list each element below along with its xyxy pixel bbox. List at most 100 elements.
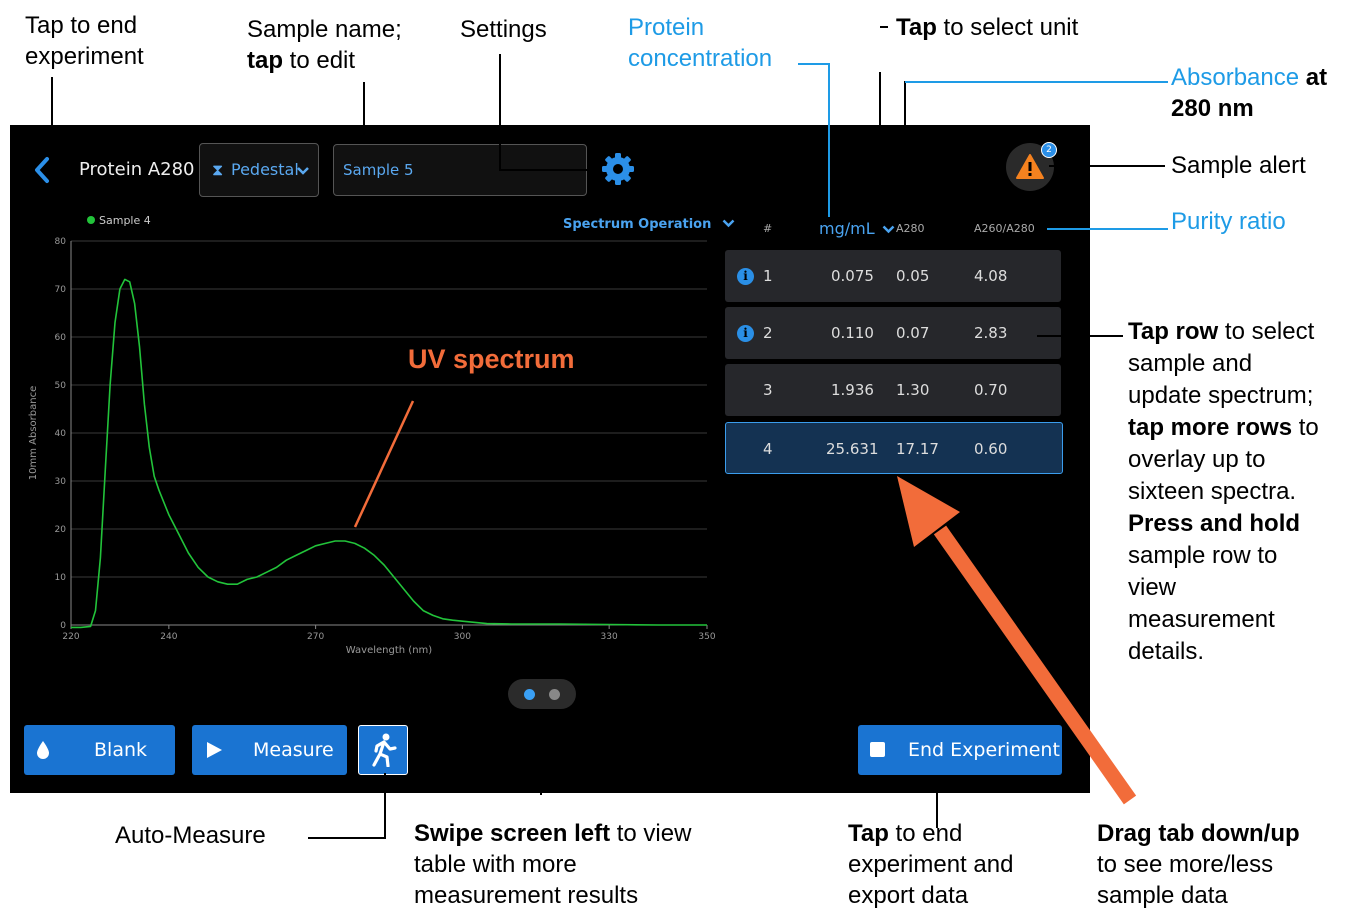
pedestal-icon: ⧗ bbox=[212, 160, 224, 179]
annotation-sample-alert: Sample alert bbox=[1171, 152, 1306, 179]
annotation-swipe: Swipe screen left to view table with mor… bbox=[414, 818, 691, 911]
info-icon[interactable]: i bbox=[737, 268, 754, 285]
sample-name-input[interactable]: Sample 5 bbox=[333, 144, 587, 196]
annotation-auto-measure: Auto-Measure bbox=[115, 822, 266, 849]
row-a280: 17.17 bbox=[896, 440, 939, 458]
back-icon[interactable] bbox=[30, 155, 54, 185]
annotation-text: to select bbox=[1218, 318, 1315, 345]
annotation-bold: Drag tab down/up bbox=[1097, 820, 1300, 847]
annotation-line: Swipe screen left to view bbox=[414, 818, 691, 849]
row-ratio: 0.70 bbox=[974, 381, 1008, 399]
auto-measure-button[interactable] bbox=[358, 725, 408, 775]
table-header-a280: A280 bbox=[896, 222, 925, 235]
annotation-drag-tab: Drag tab down/up to see more/less sample… bbox=[1097, 818, 1300, 911]
settings-gear-icon[interactable] bbox=[600, 151, 636, 187]
annotation-line: 280 nm bbox=[1171, 93, 1327, 124]
x-tick-label: 240 bbox=[160, 632, 177, 642]
annotation-line: view bbox=[1128, 574, 1177, 601]
y-axis-label: 10mm Absorbance bbox=[28, 386, 39, 480]
annotation-text: to edit bbox=[283, 47, 356, 74]
x-tick-label: 300 bbox=[454, 632, 471, 642]
annotation-line: overlay up to bbox=[1128, 446, 1266, 473]
pedestal-dropdown[interactable]: ⧗ Pedestal bbox=[199, 143, 319, 197]
blank-button[interactable]: Blank bbox=[24, 725, 175, 775]
y-tick-label: 50 bbox=[55, 381, 67, 391]
annotation-text: to select unit bbox=[936, 14, 1079, 41]
annotation-tap-to-end: Tap to end experiment bbox=[25, 10, 144, 72]
chevron-down-icon bbox=[722, 219, 735, 228]
info-icon[interactable]: i bbox=[737, 325, 754, 342]
blank-label: Blank bbox=[94, 739, 148, 761]
unit-label: mg/mL bbox=[819, 219, 875, 238]
row-num: 1 bbox=[763, 267, 773, 285]
annotation-line: table with more bbox=[414, 851, 577, 878]
annotation-line: measurement bbox=[1128, 606, 1275, 633]
legend-marker bbox=[87, 216, 95, 224]
table-header-ratio: A260/A280 bbox=[974, 222, 1035, 235]
end-experiment-label: End Experiment bbox=[908, 739, 1060, 761]
unit-dropdown[interactable]: mg/mL bbox=[819, 219, 895, 238]
row-num: 4 bbox=[763, 440, 773, 458]
series-line bbox=[71, 278, 707, 629]
page-dot-active bbox=[524, 689, 535, 700]
annotation-text: to bbox=[1292, 414, 1319, 441]
running-person-icon bbox=[372, 733, 397, 767]
annotation-bold: 280 nm bbox=[1171, 95, 1254, 122]
row-a280: 0.07 bbox=[896, 324, 930, 342]
table-row[interactable]: i 2 0.110 0.07 2.83 bbox=[725, 307, 1061, 359]
annotation-line: update spectrum; bbox=[1128, 382, 1314, 409]
warning-icon bbox=[1016, 154, 1044, 179]
annotation-text: Absorbance bbox=[1171, 64, 1300, 91]
device-screen: Protein A280 ⧗ Pedestal Sample 5 2 Spect… bbox=[10, 125, 1090, 793]
x-tick-label: 330 bbox=[601, 632, 618, 642]
annotation-absorbance: Absorbance at 280 nm bbox=[1171, 62, 1327, 124]
annotation-line: Sample name; bbox=[247, 16, 402, 43]
annotation-protein-concentration: Protein concentration bbox=[628, 12, 772, 74]
measure-button[interactable]: Measure bbox=[192, 725, 347, 775]
y-tick-label: 60 bbox=[55, 333, 67, 343]
uv-spectrum-label: UV spectrum bbox=[408, 344, 575, 374]
x-axis-label: Wavelength (nm) bbox=[346, 645, 432, 656]
row-ratio: 4.08 bbox=[974, 267, 1008, 285]
annotation-line: sample row to bbox=[1128, 542, 1278, 569]
x-tick-label: 220 bbox=[62, 632, 79, 642]
annotation-line: Protein bbox=[628, 14, 705, 41]
annotation-bold: Swipe screen left bbox=[414, 820, 611, 847]
row-conc: 0.110 bbox=[831, 324, 874, 342]
annotation-line: tap more rows to bbox=[1128, 412, 1319, 444]
row-num: 3 bbox=[763, 381, 773, 399]
annotation-line: Absorbance at bbox=[1171, 62, 1327, 93]
chevron-down-icon bbox=[297, 167, 309, 175]
annotation-bold: Tap row bbox=[1128, 318, 1219, 345]
droplet-icon bbox=[37, 741, 49, 759]
y-tick-label: 0 bbox=[60, 621, 66, 631]
annotation-tap-row: Tap row to select sample and update spec… bbox=[1128, 316, 1319, 668]
annotation-line: export data bbox=[848, 882, 969, 909]
table-row[interactable]: i 1 0.075 0.05 4.08 bbox=[725, 250, 1061, 302]
chevron-down-icon bbox=[882, 225, 895, 234]
row-num: 2 bbox=[763, 324, 773, 342]
annotation-line: Tap to end bbox=[848, 818, 1013, 849]
y-tick-label: 30 bbox=[55, 477, 67, 487]
annotation-text: to end bbox=[888, 820, 963, 847]
page-indicator[interactable] bbox=[508, 679, 576, 709]
table-row[interactable]: 3 1.936 1.30 0.70 bbox=[725, 364, 1061, 416]
annotation-bold: Tap bbox=[848, 820, 889, 847]
annotation-line: Tap to end bbox=[25, 12, 138, 39]
annotation-bold: at bbox=[1299, 64, 1328, 91]
page-dot bbox=[549, 689, 560, 700]
y-tick-label: 80 bbox=[55, 237, 67, 247]
annotation-line: experiment and bbox=[848, 851, 1014, 878]
sample-alert-button[interactable]: 2 bbox=[1006, 142, 1057, 191]
stop-icon bbox=[870, 742, 885, 757]
row-conc: 1.936 bbox=[831, 381, 874, 399]
annotation-line: details. bbox=[1128, 638, 1205, 665]
end-experiment-button[interactable]: End Experiment bbox=[858, 725, 1062, 775]
spectrum-chart: 0 10 20 30 40 50 60 70 80 220 240 270 300 330 350 Wavel… bbox=[28, 214, 716, 656]
x-tick-label: 350 bbox=[698, 632, 715, 642]
annotation-bold: tap more rows bbox=[1128, 414, 1293, 441]
y-tick-label: 40 bbox=[55, 429, 67, 439]
alert-count-badge: 2 bbox=[1041, 142, 1057, 158]
annotation-line: concentration bbox=[628, 45, 773, 72]
table-row-selected[interactable]: 4 25.631 17.17 0.60 bbox=[725, 422, 1063, 474]
